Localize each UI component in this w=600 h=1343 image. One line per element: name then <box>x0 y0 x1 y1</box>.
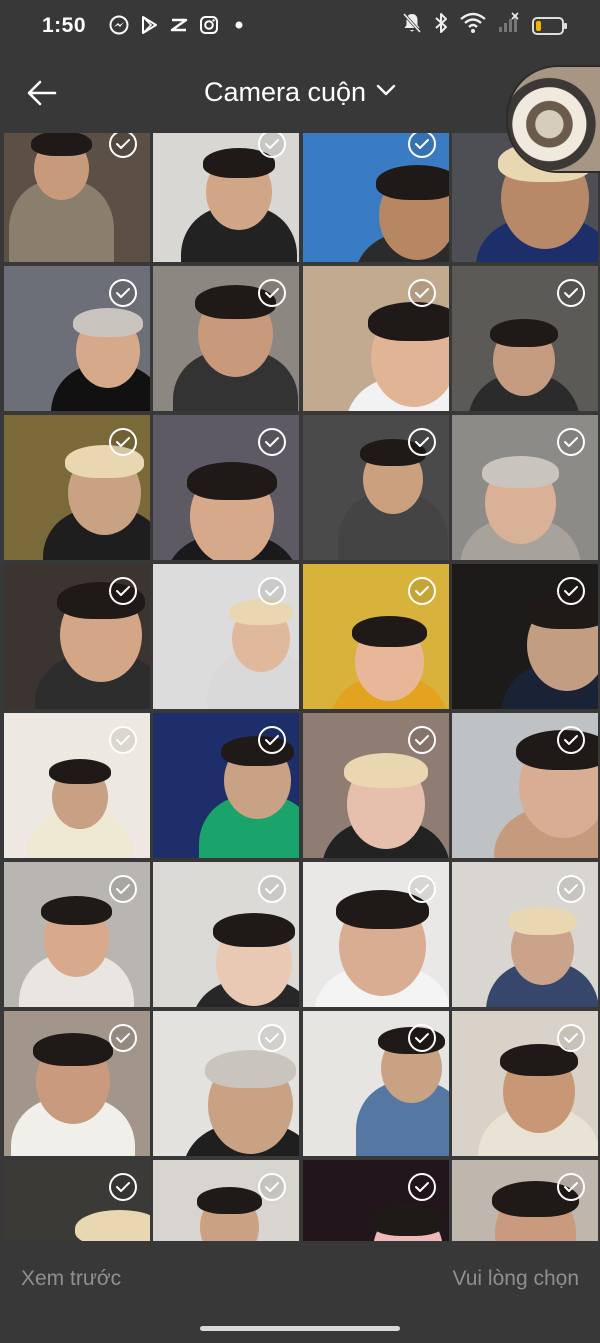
photo-thumbnail[interactable] <box>3 862 150 1007</box>
photo-thumbnail[interactable] <box>3 1160 150 1241</box>
photo-image <box>153 1160 299 1241</box>
photo-thumbnail[interactable] <box>302 862 449 1007</box>
photo-thumbnail[interactable] <box>452 415 598 560</box>
select-check-icon[interactable] <box>258 428 286 456</box>
photo-thumbnail[interactable] <box>302 266 449 411</box>
select-check-icon[interactable] <box>108 875 137 903</box>
photo-grid <box>0 133 600 1241</box>
select-check-icon[interactable] <box>108 1173 137 1201</box>
photo-grid-inner <box>0 133 598 1241</box>
select-button[interactable]: Vui lòng chọn <box>453 1267 579 1291</box>
photo-thumbnail[interactable] <box>452 564 598 709</box>
select-check-icon[interactable] <box>407 577 436 605</box>
photo-thumbnail[interactable] <box>302 415 449 560</box>
select-check-icon[interactable] <box>407 1024 436 1052</box>
play-store-icon <box>138 14 160 36</box>
bottom-bar: Xem trước Vui lòng chọn <box>0 1241 600 1343</box>
photo-thumbnail[interactable] <box>3 133 150 262</box>
status-bar: 1:50 <box>0 0 600 55</box>
chevron-down-icon <box>376 83 396 102</box>
photo-thumbnail[interactable] <box>452 862 598 1007</box>
select-check-icon[interactable] <box>258 726 286 754</box>
photo-thumbnail[interactable] <box>153 713 299 858</box>
photo-thumbnail[interactable] <box>3 564 150 709</box>
mute-bell-icon <box>402 12 422 39</box>
select-check-icon[interactable] <box>258 875 286 903</box>
photo-image <box>452 1160 598 1241</box>
select-check-icon[interactable] <box>108 279 137 307</box>
select-check-icon[interactable] <box>407 1173 436 1201</box>
instagram-icon <box>198 14 220 36</box>
photo-thumbnail[interactable] <box>452 1011 598 1156</box>
select-check-icon[interactable] <box>407 726 436 754</box>
photo-thumbnail[interactable] <box>3 1011 150 1156</box>
select-check-icon[interactable] <box>557 279 585 307</box>
photo-thumbnail[interactable] <box>153 862 299 1007</box>
photo-thumbnail[interactable] <box>3 266 150 411</box>
photo-thumbnail[interactable] <box>302 564 449 709</box>
photo-thumbnail[interactable] <box>153 415 299 560</box>
status-app-icons <box>108 14 250 36</box>
select-check-icon[interactable] <box>557 726 585 754</box>
album-title: Camera cuộn <box>203 77 367 107</box>
battery-icon <box>532 16 567 35</box>
messenger-icon <box>108 14 130 36</box>
photo-thumbnail[interactable] <box>3 415 150 560</box>
photo-thumbnail[interactable] <box>302 713 449 858</box>
photo-thumbnail[interactable] <box>302 133 449 262</box>
select-check-icon[interactable] <box>557 875 585 903</box>
photo-thumbnail[interactable] <box>452 1160 598 1241</box>
photo-thumbnail[interactable] <box>153 1160 299 1241</box>
select-check-icon[interactable] <box>258 279 286 307</box>
select-check-icon[interactable] <box>108 1024 137 1052</box>
select-check-icon[interactable] <box>407 875 436 903</box>
select-check-icon[interactable] <box>557 1024 585 1052</box>
select-check-icon[interactable] <box>557 428 585 456</box>
photo-thumbnail[interactable] <box>153 266 299 411</box>
photo-thumbnail[interactable] <box>3 713 150 858</box>
photo-thumbnail[interactable] <box>153 133 299 262</box>
dot-icon <box>228 14 250 36</box>
photo-thumbnail[interactable] <box>153 1011 299 1156</box>
select-check-icon[interactable] <box>407 428 436 456</box>
select-check-icon[interactable] <box>407 279 436 307</box>
bluetooth-icon <box>434 12 448 39</box>
capcut-icon <box>168 14 190 36</box>
select-check-icon[interactable] <box>557 1173 585 1201</box>
photo-thumbnail[interactable] <box>153 564 299 709</box>
photo-thumbnail[interactable] <box>302 1011 449 1156</box>
floating-chat-head-avatar[interactable] <box>508 67 600 171</box>
select-check-icon[interactable] <box>258 577 286 605</box>
photo-image <box>303 1160 449 1241</box>
select-check-icon[interactable] <box>407 133 436 158</box>
home-indicator[interactable] <box>200 1326 400 1331</box>
select-check-icon[interactable] <box>258 1173 286 1201</box>
select-check-icon[interactable] <box>557 577 585 605</box>
photo-image <box>4 1160 150 1241</box>
select-check-icon[interactable] <box>108 428 137 456</box>
select-check-icon[interactable] <box>108 133 137 158</box>
preview-button[interactable]: Xem trước <box>21 1267 121 1291</box>
battery-fill <box>536 20 541 31</box>
signal-icon <box>498 12 520 39</box>
photo-thumbnail[interactable] <box>452 713 598 858</box>
select-check-icon[interactable] <box>108 726 137 754</box>
select-check-icon[interactable] <box>108 577 137 605</box>
status-right-icons <box>402 12 567 39</box>
wifi-icon <box>460 12 486 39</box>
status-time: 1:50 <box>42 14 87 37</box>
photo-thumbnail[interactable] <box>302 1160 449 1241</box>
select-check-icon[interactable] <box>258 1024 286 1052</box>
photo-thumbnail[interactable] <box>452 266 598 411</box>
